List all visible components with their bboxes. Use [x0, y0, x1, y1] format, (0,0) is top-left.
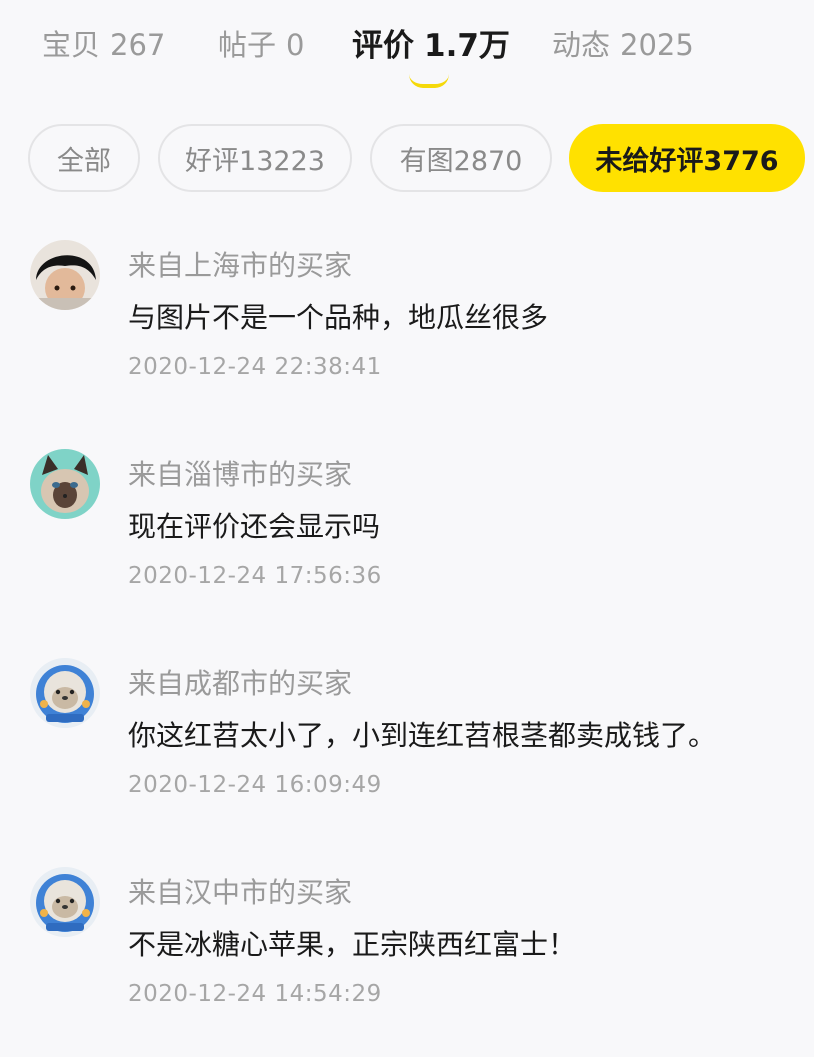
- avatar[interactable]: [30, 240, 100, 310]
- comment-timestamp: 2020-12-24 17:56:36: [128, 563, 382, 589]
- buyer-location: 来自上海市的买家: [128, 249, 353, 282]
- tab-items-count: 267: [110, 28, 166, 62]
- tab-items-label: 宝贝: [42, 28, 101, 62]
- comment-item: 来自成都市的买家 你这红苕太小了，小到连红苕根茎都卖成钱了。 2020-12-2…: [0, 658, 814, 848]
- tab-activity-label: 动态: [552, 28, 611, 62]
- comment-timestamp: 2020-12-24 22:38:41: [128, 354, 382, 380]
- buyer-location: 来自淄博市的买家: [128, 458, 353, 491]
- tab-items[interactable]: 宝贝 267: [42, 22, 165, 64]
- comment-item: 来自上海市的买家 与图片不是一个品种，地瓜丝很多 2020-12-24 22:3…: [0, 240, 814, 430]
- filter-positive-chip[interactable]: 好评13223: [158, 124, 352, 192]
- comment-text: 你这红苕太小了，小到连红苕根茎都卖成钱了。: [128, 719, 717, 752]
- comment-text: 不是冰糖心苹果，正宗陕西红富士！: [128, 928, 577, 961]
- astronaut-seal-avatar-icon: [30, 658, 100, 728]
- review-filters: 全部 好评13223 有图2870 未给好评3776: [0, 124, 814, 196]
- tab-activity[interactable]: 动态 2025: [552, 22, 694, 64]
- buyer-location: 来自成都市的买家: [128, 667, 353, 700]
- avatar[interactable]: [30, 449, 100, 519]
- tab-reviews-label: 评价: [352, 28, 414, 64]
- comment-item: 来自淄博市的买家 现在评价还会显示吗 2020-12-24 17:56:36: [0, 449, 814, 639]
- review-tabs: 宝贝 267 帖子 0 评价 1.7万 动态 2025: [0, 0, 814, 100]
- astronaut-seal-avatar-icon: [30, 867, 100, 937]
- avatar[interactable]: [30, 867, 100, 937]
- tab-posts-label: 帖子: [218, 28, 277, 62]
- buyer-location: 来自汉中市的买家: [128, 876, 353, 909]
- tab-posts[interactable]: 帖子 0: [218, 22, 304, 64]
- filter-not-positive-chip[interactable]: 未给好评3776: [569, 124, 805, 192]
- tab-activity-count: 2025: [620, 28, 694, 62]
- filter-with-photo-chip[interactable]: 有图2870: [370, 124, 552, 192]
- comment-item: 来自汉中市的买家 不是冰糖心苹果，正宗陕西红富士！ 2020-12-24 14:…: [0, 867, 814, 1057]
- comment-text: 现在评价还会显示吗: [128, 510, 381, 543]
- comment-timestamp: 2020-12-24 14:54:29: [128, 981, 382, 1007]
- comment-text: 与图片不是一个品种，地瓜丝很多: [128, 301, 549, 334]
- filter-all-chip[interactable]: 全部: [28, 124, 140, 192]
- child-photo-avatar-icon: [30, 240, 100, 310]
- cat-photo-avatar-icon: [30, 449, 100, 519]
- tab-posts-count: 0: [286, 28, 305, 62]
- tab-reviews-count: 1.7万: [424, 28, 510, 64]
- avatar[interactable]: [30, 658, 100, 728]
- tab-reviews[interactable]: 评价 1.7万: [352, 20, 510, 65]
- active-tab-indicator: [409, 74, 449, 88]
- comment-timestamp: 2020-12-24 16:09:49: [128, 772, 382, 798]
